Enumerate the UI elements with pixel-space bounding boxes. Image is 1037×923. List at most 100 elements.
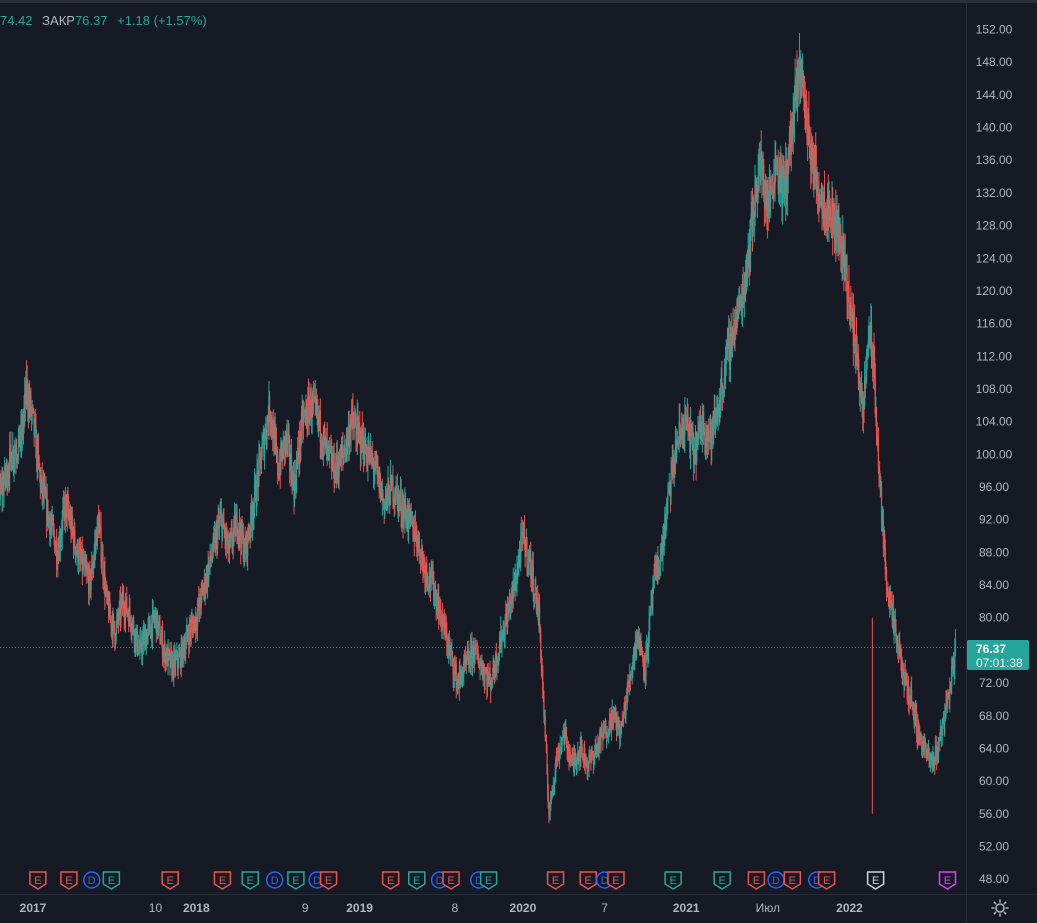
candle-body [954,640,957,652]
time-axis-label: 10 [149,901,163,915]
marker-letter: E [34,875,41,887]
marker-letter: E [447,875,454,887]
candle-body [885,570,888,590]
price-axis-label: 52.00 [979,840,1009,854]
ohlc-legend: 74.42 ЗАКР76.37 +1.18 (+1.57%) [0,13,207,28]
candle-body [708,430,710,437]
price-axis-label: 88.00 [979,545,1009,559]
marker-letter: E [65,875,72,887]
price-axis-label: 80.00 [979,611,1009,625]
price-axis-label: 112.00 [976,349,1012,363]
candle-body [78,550,80,565]
candle-body [74,528,76,547]
time-axis-label: 2018 [183,901,210,915]
marker-letter: E [753,875,760,887]
candle-body [126,596,128,613]
candle-body [567,746,569,757]
candle-body [426,575,429,585]
candle-body [581,746,583,754]
candle-body [532,566,534,596]
dividend-marker[interactable]: D [83,871,101,889]
legend-close-label: ЗАКР [42,13,75,28]
candle-body [534,587,536,596]
time-axis-label: 2021 [673,901,700,915]
marker-letter: E [247,875,254,887]
price-axis-label: 60.00 [979,774,1009,788]
marker-letter: E [108,875,115,887]
price-axis-label: 72.00 [979,676,1009,690]
candle-body [418,532,420,552]
marker-letter: D [772,875,780,887]
time-axis-label: 7 [601,901,608,915]
marker-letter: E [167,875,174,887]
candle-body [190,622,192,634]
candle-body [141,640,144,654]
candle-body [907,684,910,701]
bar-countdown: 07:01:38 [976,656,1023,670]
candle-body [90,579,92,592]
candle-body [644,655,646,676]
time-axis-label: 8 [451,901,458,915]
price-axis-label: 68.00 [979,709,1009,723]
candle-body [319,409,321,443]
settings-gear-icon[interactable] [990,898,1010,918]
dividend-marker[interactable]: D [767,871,785,889]
candle-body [538,607,541,625]
candle-body [525,547,527,557]
marker-letter: E [669,875,676,887]
price-axis-label: 96.00 [979,480,1009,494]
candle-body [565,730,568,737]
marker-letter: E [325,875,332,887]
price-axis-label: 148.00 [976,55,1013,69]
marker-letter: D [271,875,279,887]
price-axis-label: 64.00 [979,741,1009,755]
price-axis-label: 116.00 [976,317,1012,331]
candle-body [32,407,35,411]
price-axis-label: 144.00 [976,88,1013,102]
price-chart[interactable]: 48.00 52.00 56.00 60.00 64.00 68.00 72.00 80.00… [0,0,1037,923]
marker-letter: E [872,875,879,887]
price-axis-label: 100.00 [976,447,1013,461]
candle-body [342,448,344,453]
candle-body [32,406,34,408]
candle-body [259,451,261,459]
candle-body [53,529,55,538]
price-axis-label: 128.00 [976,219,1013,233]
candle-body [659,554,662,571]
candle-body [798,64,800,92]
legend-close-value: 76.37 [74,13,108,28]
candle-body [396,488,398,495]
candle-body [667,491,669,501]
candle-body [854,316,856,339]
top-border [0,0,1037,3]
legend-prev-value: 74.42 [0,13,33,28]
candle-body [260,458,263,469]
candle-body [912,703,915,713]
candle-body [185,634,187,645]
marker-letter: E [485,875,492,887]
candle-body [817,180,819,195]
candle-body [136,629,139,652]
candle-body [277,452,279,476]
marker-letter: E [413,875,420,887]
candle-body [113,617,115,622]
price-axis-label: 140.00 [976,121,1013,135]
marker-letter: E [387,875,394,887]
time-axis-label: 2020 [510,901,537,915]
price-axis-label: 136.00 [976,153,1013,167]
time-axis-label: 2022 [836,901,863,915]
chart-background [0,0,1037,923]
time-axis-label: 9 [302,901,309,915]
marker-letter: E [718,875,725,887]
marker-letter: E [552,875,559,887]
candle-body [670,473,672,497]
price-axis-label: 108.00 [976,382,1013,396]
candle-body [501,640,503,647]
candle-body [235,519,237,537]
candle-body [910,689,913,703]
candle-body [113,621,115,634]
marker-letter: E [219,875,226,887]
price-axis-label: 124.00 [976,251,1013,265]
dividend-marker[interactable]: D [265,871,284,889]
chart-root: 48.00 52.00 56.00 60.00 64.00 68.00 72.00 80.00… [0,0,1037,923]
